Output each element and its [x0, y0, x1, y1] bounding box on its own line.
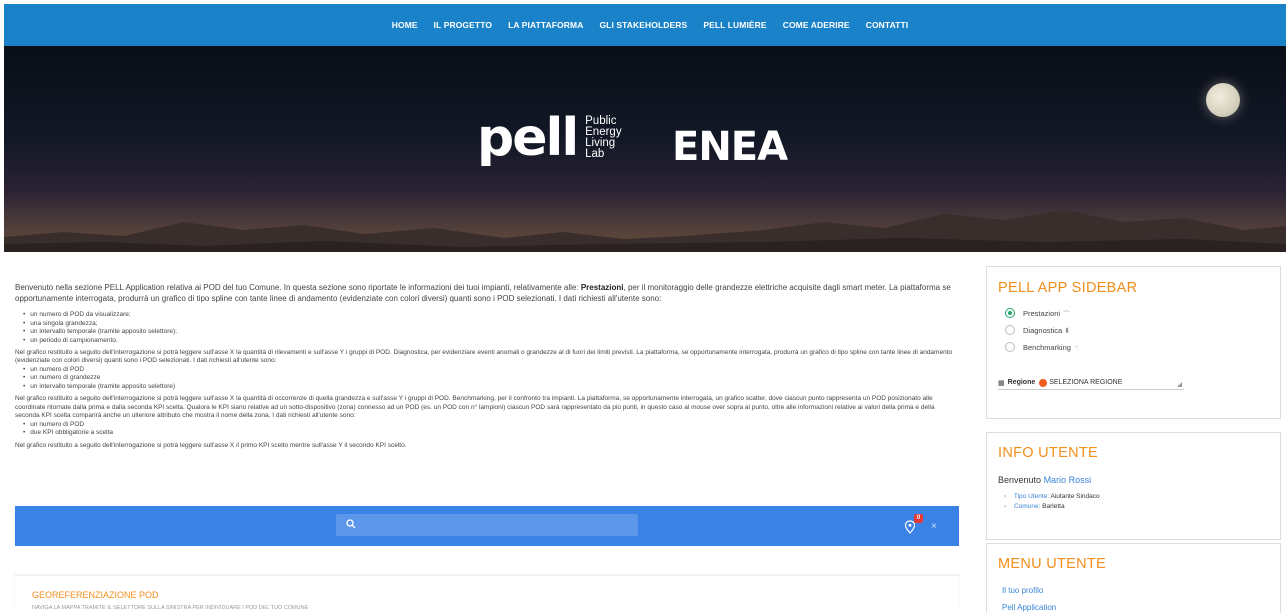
nav-pell-lumiere[interactable]: PELL LUMIÈRE [703, 20, 766, 30]
profile-link[interactable]: Il tuo profilo [1002, 586, 1043, 595]
paragraph-benchmarking: Nel grafico restituito a seguito dell'in… [15, 395, 935, 420]
pell-application-link[interactable]: Pell Application [1002, 603, 1056, 612]
bar-chart-icon: ▮ [1065, 327, 1069, 334]
mountains-silhouette [4, 210, 1286, 252]
info-utente-panel: INFO UTENTE Benvenuto Mario Rossi Tipo U… [986, 432, 1281, 540]
region-label: Regione [1007, 379, 1036, 386]
section-subtitle: NAVIGA LA MAPPA TRAMITE IL SELETTORE SUL… [32, 605, 309, 611]
pell-logo: pell Public Energy Living Lab [477, 108, 622, 168]
region-value: SELEZIONA REGIONE [1049, 379, 1123, 386]
intro-text: Benvenuto nella sezione PELL Application… [15, 283, 951, 303]
radio-prestazioni[interactable]: Prestazioni ⌒ [1005, 308, 1070, 318]
nav-home[interactable]: HOME [392, 20, 418, 30]
nav-stakeholders[interactable]: GLI STAKEHOLDERS [599, 20, 687, 30]
list-item: un intervallo temporale (tramite apposit… [23, 328, 959, 337]
enea-logo: ENEA [672, 124, 788, 170]
user-role: Tipo Utente: Aiutante Sindaco [1004, 493, 1100, 500]
radio-selected-icon[interactable] [1005, 308, 1015, 318]
info-title: INFO UTENTE [998, 445, 1098, 461]
user-name-link[interactable]: Mario Rossi [1044, 475, 1092, 485]
menu-utente-panel: MENU UTENTE Il tuo profilo Pell Applicat… [986, 543, 1281, 613]
map-search-input[interactable] [336, 514, 638, 536]
circle-icon [1039, 378, 1048, 387]
user-comune: Comune: Barletta [1004, 503, 1065, 510]
list-item: un numero di POD [23, 421, 959, 430]
list-item: un periodo di campionamento. [23, 337, 959, 346]
list-item: un intervallo temporale (tramite apposit… [23, 383, 959, 392]
requirements-list-3: un numero di POD due KPI obbligatorie a … [23, 421, 959, 438]
radio-diagnostica[interactable]: Diagnostica ▮ [1005, 325, 1069, 335]
welcome-text: Benvenuto Mario Rossi [998, 475, 1092, 485]
notification-badge: 0 [914, 514, 923, 523]
list-item: un numero di POD [23, 366, 959, 375]
line-chart-icon: ⌒ [1063, 311, 1070, 318]
list-item: una singola grandezza; [23, 320, 959, 329]
main-content: Benvenuto nella sezione PELL Application… [15, 282, 959, 450]
requirements-list-2: un numero di POD un numero di grandezze … [23, 366, 959, 392]
list-item: due KPI obbligatorie a scelta [23, 429, 959, 438]
requirements-list-1: un numero di POD da visualizzare; una si… [23, 311, 959, 345]
top-navigation: HOME IL PROGETTO LA PIATTAFORMA GLI STAK… [4, 4, 1286, 46]
calendar-icon: ▦ [998, 379, 1005, 387]
nav-il-progetto[interactable]: IL PROGETTO [434, 20, 492, 30]
section-title: GEOREFERENZIAZIONE POD [32, 590, 159, 600]
paragraph-conclusion: Nel grafico restituito a seguito dell'in… [15, 441, 407, 449]
region-select[interactable]: ▦ Regione SELEZIONA REGIONE [998, 376, 1184, 390]
search-icon [346, 519, 356, 529]
georeferenziazione-section: GEOREFERENZIAZIONE POD NAVIGA LA MAPPA T… [15, 575, 959, 613]
map-toolbar: 0 × [15, 506, 959, 546]
hero-banner: pell Public Energy Living Lab ENEA [4, 46, 1286, 252]
sidebar-title: PELL APP SIDEBAR [998, 280, 1138, 296]
radio-icon[interactable] [1005, 342, 1015, 352]
scatter-chart-icon: ⁘ [1073, 344, 1080, 351]
radio-benchmarking[interactable]: Benchmarking ⁘ [1005, 342, 1079, 352]
nav-la-piattaforma[interactable]: LA PIATTAFORMA [508, 20, 583, 30]
nav-come-aderire[interactable]: COME ADERIRE [783, 20, 850, 30]
nav-contatti[interactable]: CONTATTI [866, 20, 909, 30]
close-icon[interactable]: × [931, 521, 937, 532]
menu-title: MENU UTENTE [998, 556, 1107, 572]
resize-handle-icon [1177, 382, 1182, 387]
list-item: un numero di POD da visualizzare; [23, 311, 959, 320]
list-item: un numero di grandezze [23, 374, 959, 383]
pell-app-sidebar: PELL APP SIDEBAR Prestazioni ⌒ Diagnosti… [986, 266, 1281, 419]
radio-icon[interactable] [1005, 325, 1015, 335]
moon-image [1206, 83, 1240, 117]
paragraph-diagnostica: Nel grafico restituito a seguito dell'in… [15, 349, 953, 365]
